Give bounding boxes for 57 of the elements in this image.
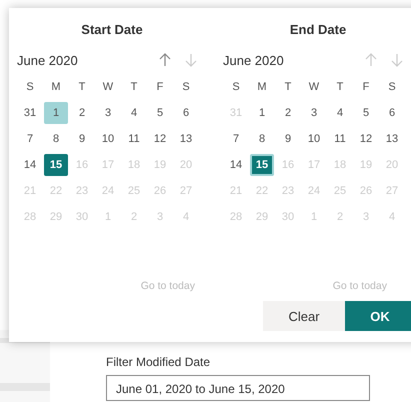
go-to-today-link[interactable]: Go to today	[140, 280, 195, 292]
calendar-day[interactable]: 1	[250, 102, 274, 124]
month-label: June 2020	[223, 52, 284, 68]
weekday-label: F	[156, 80, 164, 95]
sidebar-bar	[0, 383, 50, 391]
calendar-day[interactable]: 2	[70, 102, 94, 124]
weekday-label: M	[256, 80, 268, 95]
calendar-title: Start Date	[80, 21, 144, 39]
calendar-day[interactable]: 5	[354, 102, 378, 124]
calendar-day[interactable]: 4	[122, 102, 146, 124]
calendar-day[interactable]: 15	[250, 154, 274, 176]
weekday-label: T	[78, 80, 86, 95]
calendar-day[interactable]: 9	[70, 128, 94, 150]
weekday-label: T	[336, 80, 344, 95]
calendar-title: End Date	[288, 21, 348, 39]
calendar-day[interactable]: 3	[302, 102, 326, 124]
calendar-day[interactable]: 4	[328, 102, 352, 124]
calendar-day[interactable]: 14	[224, 154, 248, 176]
calendar-day[interactable]: 12	[148, 128, 172, 150]
calendar-day[interactable]: 9	[276, 128, 300, 150]
calendar-day[interactable]: 11	[122, 128, 146, 150]
date-range-field[interactable]: June 01, 2020 to June 15, 2020	[106, 375, 370, 401]
weekday-label: T	[130, 80, 138, 95]
month-label: June 2020	[17, 52, 78, 68]
weekday-label: F	[362, 80, 370, 95]
clear-button[interactable]: Clear	[263, 301, 345, 331]
calendar-day[interactable]: 3	[96, 102, 120, 124]
weekday-label: W	[308, 80, 320, 95]
filter-label: Filter Modified Date	[106, 355, 212, 369]
weekday-label: S	[25, 80, 35, 95]
calendar-day[interactable]: 5	[148, 102, 172, 124]
calendar-day[interactable]: 10	[302, 128, 326, 150]
calendar-day[interactable]: 14	[18, 154, 42, 176]
weekday-label: S	[231, 80, 241, 95]
weekday-label: S	[181, 80, 191, 95]
calendar-day[interactable]: 13	[380, 128, 404, 150]
calendar-day[interactable]: 8	[44, 128, 68, 150]
calendar-day[interactable]: 2	[276, 102, 300, 124]
calendar-day[interactable]: 6	[174, 102, 198, 124]
calendar-day[interactable]: 8	[250, 128, 274, 150]
ok-button[interactable]: OK	[345, 301, 411, 331]
weekday-label: W	[102, 80, 114, 95]
calendar-day[interactable]: 7	[224, 128, 248, 150]
calendar-day[interactable]: 6	[380, 102, 404, 124]
calendar-day[interactable]: 7	[18, 128, 42, 150]
weekday-label: S	[387, 80, 397, 95]
calendar-day[interactable]: 15	[44, 154, 68, 176]
weekday-label: M	[50, 80, 62, 95]
weekday-label: T	[284, 80, 292, 95]
calendar-day[interactable]: 1	[44, 102, 68, 124]
calendar-day[interactable]: 31	[18, 102, 42, 124]
calendar-day[interactable]: 12	[354, 128, 378, 150]
up-arrow-icon[interactable]	[159, 53, 171, 67]
calendar-day[interactable]: 10	[96, 128, 120, 150]
calendar-day[interactable]: 13	[174, 128, 198, 150]
calendar-day[interactable]: 11	[328, 128, 352, 150]
go-to-today-link[interactable]: Go to today	[332, 280, 387, 292]
